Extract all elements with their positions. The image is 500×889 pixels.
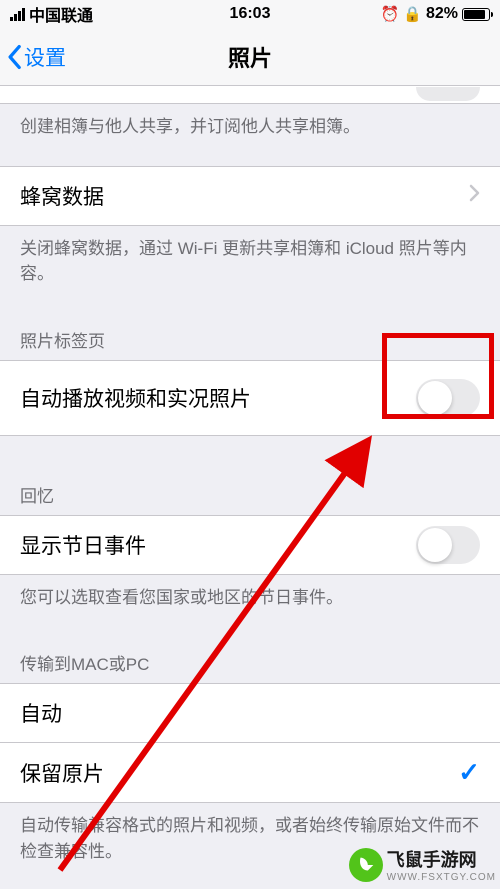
transfer-auto-label: 自动 bbox=[20, 698, 480, 728]
transfer-header: 传输到MAC或PC bbox=[0, 628, 500, 683]
autoplay-label: 自动播放视频和实况照片 bbox=[20, 383, 416, 413]
partial-previous-row bbox=[0, 86, 500, 104]
transfer-keep-label: 保留原片 bbox=[20, 758, 458, 788]
battery-icon bbox=[462, 8, 490, 21]
cellular-data-label: 蜂窝数据 bbox=[20, 181, 469, 211]
transfer-keep-row[interactable]: 保留原片 ✓ bbox=[0, 743, 500, 803]
holiday-events-toggle[interactable] bbox=[416, 526, 480, 564]
memories-footer: 您可以选取查看您国家或地区的节日事件。 bbox=[0, 575, 500, 629]
battery-percent: 82% bbox=[426, 5, 458, 23]
nav-bar: 设置 照片 bbox=[0, 28, 500, 86]
shared-albums-footer: 创建相簿与他人共享，并订阅他人共享相簿。 bbox=[0, 104, 500, 158]
memories-header: 回忆 bbox=[0, 436, 500, 515]
clock-label: 16:03 bbox=[230, 5, 271, 23]
holiday-events-label: 显示节日事件 bbox=[20, 530, 416, 560]
checkmark-icon: ✓ bbox=[458, 757, 480, 788]
watermark-domain: WWW.FSXTGY.COM bbox=[387, 872, 496, 883]
watermark-logo-icon bbox=[349, 848, 383, 882]
cellular-data-footer: 关闭蜂窝数据，通过 Wi-Fi 更新共享相簿和 iCloud 照片等内容。 bbox=[0, 226, 500, 305]
holiday-events-row: 显示节日事件 bbox=[0, 515, 500, 575]
watermark: 飞鼠手游网 WWW.FSXTGY.COM bbox=[349, 846, 496, 883]
status-left: 中国联通 bbox=[10, 2, 93, 26]
back-button[interactable]: 设置 bbox=[0, 42, 66, 72]
page-title: 照片 bbox=[228, 41, 272, 73]
orientation-lock-icon: 🔒 bbox=[403, 5, 422, 23]
signal-icon bbox=[10, 8, 25, 21]
carrier-label: 中国联通 bbox=[29, 2, 93, 26]
status-right: ⏰ 🔒 82% bbox=[381, 5, 490, 23]
autoplay-row: 自动播放视频和实况照片 bbox=[0, 360, 500, 436]
chevron-right-icon bbox=[469, 184, 480, 208]
partial-toggle-icon bbox=[416, 87, 480, 101]
cellular-data-row[interactable]: 蜂窝数据 bbox=[0, 166, 500, 226]
photos-tab-header: 照片标签页 bbox=[0, 305, 500, 360]
chevron-left-icon bbox=[6, 44, 22, 70]
back-label: 设置 bbox=[24, 42, 66, 72]
alarm-icon: ⏰ bbox=[381, 5, 400, 23]
watermark-name: 飞鼠手游网 bbox=[387, 850, 477, 870]
autoplay-toggle[interactable] bbox=[416, 379, 480, 417]
status-bar: 中国联通 16:03 ⏰ 🔒 82% bbox=[0, 0, 500, 28]
transfer-auto-row[interactable]: 自动 bbox=[0, 683, 500, 743]
